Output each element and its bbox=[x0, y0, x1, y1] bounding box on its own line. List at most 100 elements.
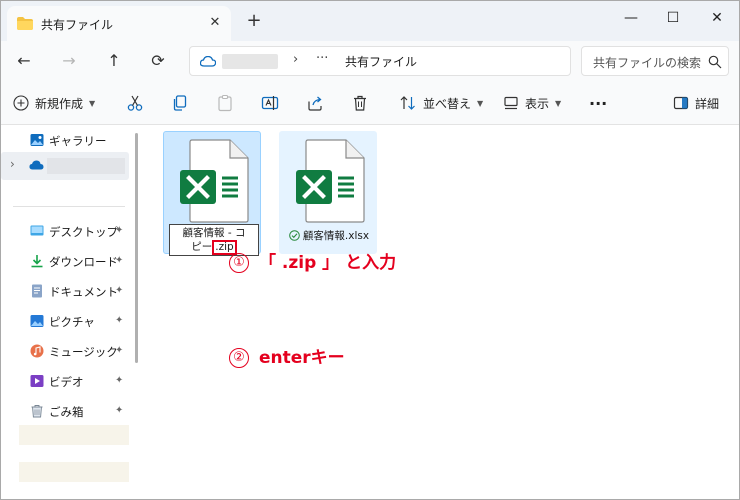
pin-icon[interactable]: ✦ bbox=[115, 315, 123, 326]
rename-icon bbox=[261, 96, 279, 110]
file-name-text: 顧客情報.xlsx bbox=[302, 230, 370, 242]
file-tile-renaming[interactable]: 顧客情報 - コ ピー .zip bbox=[163, 131, 261, 256]
pin-icon[interactable]: ✦ bbox=[115, 405, 123, 416]
breadcrumb-more[interactable]: ··· bbox=[316, 51, 328, 66]
refresh-button[interactable]: ⟳ bbox=[145, 49, 171, 73]
rename-text-line1: 顧客情報 - コ bbox=[182, 227, 246, 239]
videos-icon bbox=[30, 375, 44, 387]
sidebar-item-desktop[interactable]: デスクトップ ✦ bbox=[1, 218, 129, 244]
details-pane-icon bbox=[673, 96, 689, 110]
step2-text: enterキー bbox=[259, 348, 345, 368]
search-placeholder: 共有ファイルの検索 bbox=[593, 56, 702, 70]
recycle-bin-icon bbox=[31, 405, 43, 418]
up-button[interactable]: ↑ bbox=[101, 49, 127, 73]
annotation-step2: ② enterキー bbox=[229, 343, 345, 368]
sidebar-spacer bbox=[19, 447, 129, 459]
minimize-button[interactable]: — bbox=[611, 5, 651, 31]
title-bar: 共有ファイル ✕ + — ☐ ✕ bbox=[1, 1, 739, 41]
command-bar: 新規作成 ▼ 並べ替え ▼ 表示 ▼ ··· 詳細 bbox=[1, 81, 739, 125]
sort-button[interactable]: 並べ替え ▼ bbox=[399, 92, 483, 114]
copy-icon bbox=[173, 95, 187, 111]
pin-icon[interactable]: ✦ bbox=[115, 285, 123, 296]
new-button[interactable]: 新規作成 ▼ bbox=[13, 92, 95, 114]
download-icon bbox=[31, 255, 43, 268]
music-icon bbox=[30, 344, 44, 358]
desktop-icon bbox=[30, 225, 44, 236]
onedrive-cloud-icon bbox=[200, 56, 216, 67]
blurred-sidebar-item bbox=[19, 425, 129, 445]
explorer-window: 共有ファイル ✕ + — ☐ ✕ ← → ↑ ⟳ › ··· 共有ファイル 共有… bbox=[0, 0, 740, 500]
details-button[interactable]: 詳細 bbox=[673, 92, 719, 114]
sort-icon bbox=[400, 96, 415, 110]
onedrive-cloud-icon bbox=[29, 160, 44, 170]
sidebar-item-pictures[interactable]: ピクチャ ✦ bbox=[1, 308, 129, 334]
tab-close-icon[interactable]: ✕ bbox=[205, 13, 225, 33]
breadcrumb-current[interactable]: 共有ファイル bbox=[345, 53, 417, 70]
folder-icon bbox=[17, 17, 33, 30]
sidebar-item-label: ごみ箱 bbox=[49, 405, 84, 419]
sidebar-divider bbox=[13, 206, 125, 207]
sidebar-item-gallery[interactable]: ギャラリー bbox=[1, 127, 129, 153]
rename-text-line2: ピー bbox=[191, 241, 213, 253]
gallery-icon bbox=[30, 134, 44, 146]
chevron-right-icon[interactable]: › bbox=[10, 157, 15, 171]
share-button[interactable] bbox=[306, 92, 324, 114]
trash-icon bbox=[354, 95, 366, 111]
blurred-account-name bbox=[222, 54, 278, 69]
view-button[interactable]: 表示 ▼ bbox=[503, 92, 561, 114]
pin-icon[interactable]: ✦ bbox=[115, 225, 123, 236]
sidebar-item-label: ギャラリー bbox=[49, 134, 107, 148]
breadcrumb-separator[interactable]: › bbox=[293, 52, 298, 67]
chevron-down-icon: ▼ bbox=[89, 98, 96, 108]
pin-icon[interactable]: ✦ bbox=[115, 255, 123, 266]
address-bar[interactable]: › ··· 共有ファイル bbox=[189, 46, 571, 76]
sidebar-item-label: ピクチャ bbox=[49, 315, 95, 329]
file-tile-original[interactable]: 顧客情報.xlsx bbox=[279, 131, 377, 254]
sidebar-item-label: ドキュメント bbox=[49, 285, 118, 299]
excel-file-icon bbox=[180, 139, 249, 223]
maximize-button[interactable]: ☐ bbox=[653, 5, 693, 31]
sidebar-item-label: ダウンロード bbox=[49, 255, 118, 269]
sidebar-item-recycle-bin[interactable]: ごみ箱 ✦ bbox=[1, 398, 129, 424]
close-window-button[interactable]: ✕ bbox=[697, 5, 737, 31]
sidebar-item-label: デスクトップ bbox=[49, 225, 118, 239]
search-input[interactable]: 共有ファイルの検索 bbox=[581, 46, 729, 76]
sync-check-icon bbox=[289, 230, 300, 241]
step1-text: 「 .zip 」 と入力 bbox=[259, 253, 397, 273]
cut-button[interactable] bbox=[126, 92, 144, 114]
sidebar-item-onedrive[interactable]: › bbox=[1, 152, 129, 180]
copy-button[interactable] bbox=[171, 92, 189, 114]
view-icon bbox=[504, 96, 518, 110]
back-button[interactable]: ← bbox=[11, 49, 37, 73]
sidebar-item-downloads[interactable]: ダウンロード ✦ bbox=[1, 248, 129, 274]
paste-button[interactable] bbox=[216, 92, 234, 114]
paste-icon bbox=[218, 94, 232, 112]
sidebar-item-documents[interactable]: ドキュメント ✦ bbox=[1, 278, 129, 304]
tab-shared-files[interactable]: 共有ファイル ✕ bbox=[7, 6, 231, 41]
sidebar-item-music[interactable]: ミュージック ✦ bbox=[1, 338, 129, 364]
sort-label: 並べ替え bbox=[423, 96, 472, 111]
sidebar-scrollbar[interactable] bbox=[135, 133, 138, 363]
more-options-button[interactable]: ··· bbox=[589, 92, 607, 114]
pin-icon[interactable]: ✦ bbox=[115, 345, 123, 356]
details-label: 詳細 bbox=[695, 96, 720, 111]
sidebar-item-videos[interactable]: ビデオ ✦ bbox=[1, 368, 129, 394]
blurred-sidebar-item bbox=[19, 462, 129, 482]
tab-label: 共有ファイル bbox=[41, 18, 114, 32]
file-list: 顧客情報 - コ ピー .zip 顧客情報.xlsx ① 「 .zip 」 と入力 … bbox=[147, 125, 739, 499]
annotation-step1: ① 「 .zip 」 と入力 bbox=[229, 248, 396, 273]
new-label: 新規作成 bbox=[35, 96, 84, 111]
new-tab-button[interactable]: + bbox=[243, 11, 265, 33]
navigation-pane: ギャラリー › デスクトップ ✦ ダウンロード ✦ ドキュメント ✦ ピクチャ … bbox=[1, 125, 141, 499]
delete-button[interactable] bbox=[351, 92, 369, 114]
plus-circle-icon bbox=[13, 95, 29, 111]
step1-number: ① bbox=[229, 253, 249, 273]
chevron-down-icon: ▼ bbox=[555, 98, 562, 108]
pin-icon[interactable]: ✦ bbox=[115, 375, 123, 386]
step2-number: ② bbox=[229, 348, 249, 368]
rename-button[interactable] bbox=[261, 92, 279, 114]
blurred-account-name bbox=[47, 158, 125, 174]
address-row: ← → ↑ ⟳ › ··· 共有ファイル 共有ファイルの検索 bbox=[1, 41, 739, 81]
forward-button[interactable]: → bbox=[56, 49, 82, 73]
pictures-icon bbox=[30, 315, 44, 327]
